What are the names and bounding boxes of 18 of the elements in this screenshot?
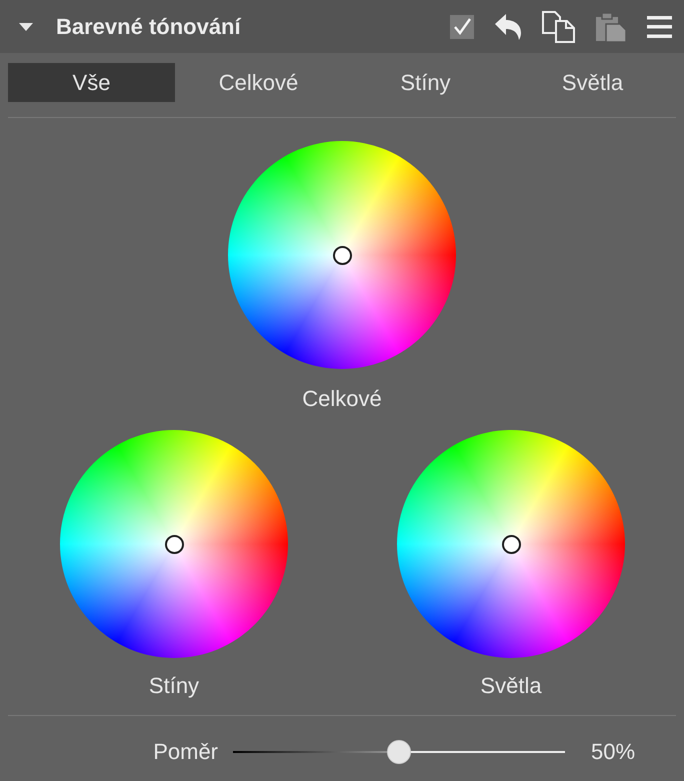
copy-icon[interactable] xyxy=(542,10,575,42)
slider-label: Poměr xyxy=(153,739,218,765)
tab[interactable]: Celkové xyxy=(175,63,342,102)
wheel-label: Celkové xyxy=(302,385,382,413)
wheel-label: Světla xyxy=(480,672,542,700)
enable-checkbox[interactable] xyxy=(450,14,474,38)
wheel-label: Stíny xyxy=(148,672,200,700)
tab[interactable]: Světla xyxy=(509,63,676,102)
slider-value: 50% xyxy=(591,739,636,765)
tab[interactable]: Stíny xyxy=(342,63,509,102)
wheel-handle[interactable] xyxy=(502,534,520,554)
wheel-handle[interactable] xyxy=(164,534,184,554)
undo-icon[interactable] xyxy=(495,14,521,40)
tab[interactable]: Vše xyxy=(8,63,175,102)
menu-icon[interactable] xyxy=(647,16,672,38)
wheel-handle[interactable] xyxy=(332,246,352,264)
slider-thumb[interactable] xyxy=(387,740,411,764)
panel-title: Barevné tónování xyxy=(56,14,241,40)
